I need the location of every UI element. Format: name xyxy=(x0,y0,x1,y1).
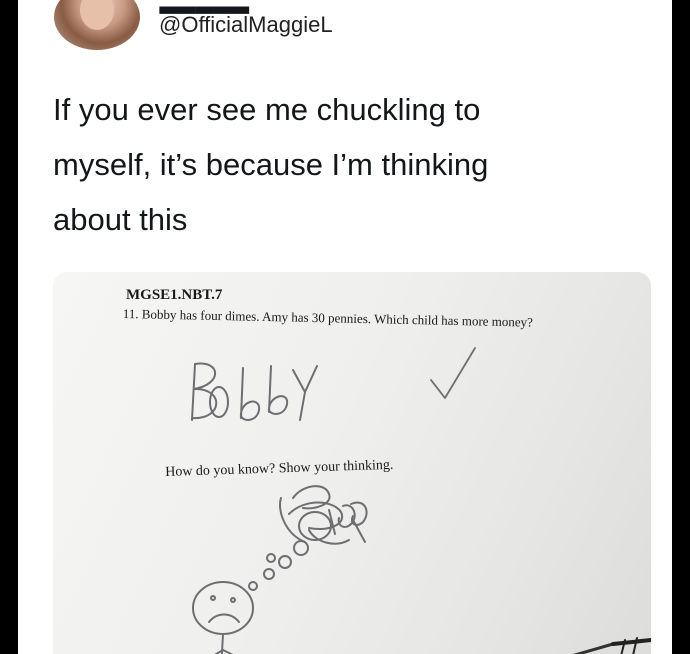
tweet-text-line: If you ever see me chuckling to xyxy=(53,92,481,127)
tweet-text-line: about this xyxy=(53,202,188,237)
handwriting-layer xyxy=(191,347,651,654)
tweet-card: ▂▂▂▂▂ @OfficialMaggieL If you ever see m… xyxy=(18,0,672,654)
avatar[interactable] xyxy=(54,0,140,50)
tweet-text-line: myself, it’s because I’m thinking xyxy=(53,147,489,182)
handwritten-answer xyxy=(191,362,318,421)
handwritten-work xyxy=(279,485,368,545)
checkmark-icon xyxy=(430,347,476,399)
avatar-face xyxy=(80,0,114,30)
tweet-text: If you ever see me chuckling to myself, … xyxy=(53,82,653,247)
thought-bubbles xyxy=(248,540,309,591)
user-handle[interactable]: @OfficialMaggieL xyxy=(159,12,333,38)
attached-photo[interactable]: MGSE1.NBT.7 11. Bobby has four dimes. Am… xyxy=(53,272,651,654)
sad-face-drawing xyxy=(192,581,254,654)
